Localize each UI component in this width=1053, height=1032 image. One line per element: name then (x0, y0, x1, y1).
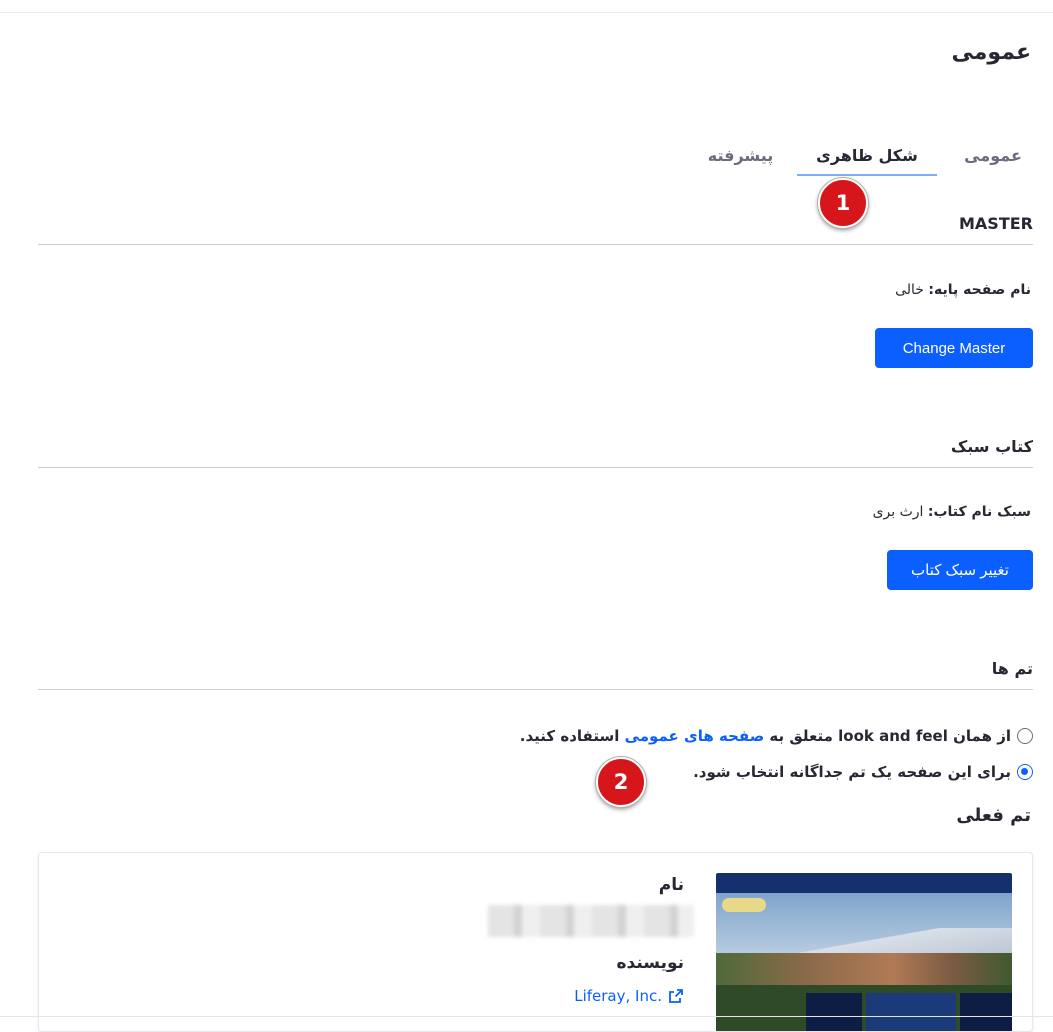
bottom-divider (0, 1016, 1053, 1017)
current-theme-heading: تم فعلی (956, 805, 1031, 826)
change-master-button[interactable]: Change Master (875, 328, 1033, 368)
radio-inherit-theme[interactable]: از همان look and feel متعلق به صفحه های … (520, 727, 1033, 745)
theme-author-link[interactable]: Liferay, Inc. (574, 987, 684, 1005)
master-page-value: خالی (895, 282, 924, 298)
master-section-heading: MASTER (38, 214, 1033, 245)
tab-look-and-feel[interactable]: شکل ظاهری (797, 136, 937, 176)
radio-specific-theme[interactable]: برای این صفحه یک تم جداگانه انتخاب شود. (693, 763, 1033, 781)
radio-button-icon[interactable] (1017, 728, 1033, 744)
top-divider (0, 12, 1053, 13)
radio-button-icon[interactable] (1017, 764, 1033, 780)
theme-name-label: نام (658, 875, 684, 895)
stylebook-field: سبک نام کتاب: ارث بری (873, 504, 1031, 520)
radio-specific-label: برای این صفحه یک تم جداگانه انتخاب شود. (693, 763, 1011, 781)
master-page-label: نام صفحه پایه: (928, 282, 1031, 298)
tab-general[interactable]: عمومی (953, 136, 1033, 176)
change-stylebook-button[interactable]: تغییر سبک کتاب (887, 550, 1033, 590)
theme-author-label: نویسنده (616, 953, 684, 973)
theme-author-value[interactable]: Liferay, Inc. (574, 987, 662, 1005)
tab-advanced[interactable]: پیشرفته (693, 136, 788, 176)
master-page-field: نام صفحه پایه: خالی (895, 282, 1031, 298)
theme-thumbnail (716, 873, 1012, 1031)
theme-name-value-redacted (488, 905, 694, 937)
stylebook-label: سبک نام کتاب: (927, 504, 1031, 520)
annotation-marker-2: 2 (596, 757, 646, 807)
page-title: عمومی (951, 40, 1031, 65)
stylebook-value: ارث بری (872, 504, 924, 520)
stylebook-section-heading: کتاب سبک (38, 437, 1033, 468)
theme-card: نام نویسنده Liferay, Inc. (38, 852, 1033, 1032)
themes-section-heading: تم ها (38, 659, 1033, 690)
radio-inherit-label: از همان look and feel متعلق به صفحه های … (519, 727, 1011, 745)
tab-bar: عمومی شکل ظاهری پیشرفته (653, 136, 1033, 178)
external-link-icon (669, 989, 683, 1003)
public-pages-link[interactable]: صفحه های عمومی (625, 727, 765, 745)
